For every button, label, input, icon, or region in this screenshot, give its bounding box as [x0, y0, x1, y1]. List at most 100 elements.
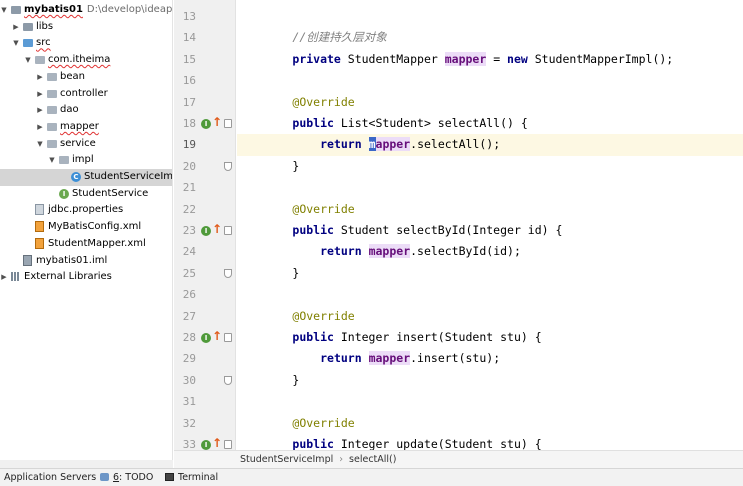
chevron-down-icon[interactable]: ▼	[48, 152, 56, 169]
package-icon	[47, 72, 57, 81]
go-to-super-icon[interactable]: ↑	[212, 222, 222, 236]
tree-item-label: StudentMapper.xml	[48, 237, 146, 249]
tree-item[interactable]: ▶ libs	[0, 19, 172, 36]
project-tree-panel[interactable]: ▼mybatis01D:\develop\ideaproject▶libs▼sr…	[0, 0, 173, 460]
tree-item-label: impl	[72, 154, 94, 166]
implements-method-icon[interactable]: I	[201, 439, 211, 450]
chevron-right-icon[interactable]: ▶	[36, 119, 44, 136]
tree-item[interactable]: ▼ com.itheima	[0, 52, 172, 69]
tree-item[interactable]: ▶ controller	[0, 86, 172, 103]
tree-item[interactable]: mybatis01.iml	[0, 253, 172, 270]
tree-item[interactable]: ▼ mybatis01D:\develop\ideaproject	[0, 2, 172, 19]
tree-item-label: libs	[36, 20, 54, 32]
line-number: 32	[182, 416, 196, 430]
tool-tab-terminal[interactable]: Terminal	[165, 469, 218, 486]
todo-icon	[100, 473, 109, 481]
tree-item-label: controller	[60, 87, 108, 99]
fold-start-icon[interactable]	[224, 440, 232, 449]
fold-end-icon[interactable]	[224, 268, 232, 278]
tree-item[interactable]: I StudentService	[0, 186, 172, 203]
tree-item-label: mapper	[60, 120, 99, 132]
tree-item[interactable]: ▶ mapper	[0, 119, 172, 136]
tree-item[interactable]: MyBatisConfig.xml	[0, 219, 172, 236]
code-line[interactable]: public Integer insert(Student stu) {	[237, 327, 743, 348]
tree-item[interactable]: ▼ src	[0, 35, 172, 52]
breadcrumb-method[interactable]: selectAll()	[349, 454, 396, 465]
tree-item-label: mybatis01D:\develop\ideaproject	[24, 2, 172, 19]
tree-item[interactable]: ▶ bean	[0, 69, 172, 86]
line-number: 23	[182, 224, 196, 237]
tree-item-label: service	[60, 137, 96, 149]
implements-method-icon[interactable]: I	[201, 332, 211, 343]
line-number: 29	[182, 352, 196, 366]
code-line[interactable]: @Override	[237, 306, 743, 327]
code-line[interactable]: public List<Student> selectAll() {	[237, 113, 743, 134]
code-line[interactable]: }	[237, 370, 743, 391]
source-folder-icon	[23, 39, 33, 48]
code-line[interactable]	[237, 391, 743, 412]
fold-start-icon[interactable]	[224, 226, 232, 235]
package-icon	[47, 106, 57, 115]
code-line[interactable]: @Override	[237, 92, 743, 113]
tree-item-label: StudentService	[72, 187, 149, 199]
class-icon: C	[71, 172, 81, 182]
line-number: 17	[182, 95, 196, 109]
project-panel-scrollbar[interactable]	[0, 460, 173, 468]
tree-item[interactable]: StudentMapper.xml	[0, 236, 172, 253]
code-line[interactable]: return mapper.selectById(id);	[237, 241, 743, 262]
code-line[interactable]: //创建持久层对象	[237, 27, 743, 48]
fold-start-icon[interactable]	[224, 119, 232, 128]
code-line[interactable]: public Integer update(Student stu) {	[237, 434, 743, 450]
chevron-down-icon[interactable]: ▼	[24, 52, 32, 69]
tool-tab-todo[interactable]: 6: TODO	[100, 469, 153, 486]
code-line[interactable]: return mapper.insert(stu);	[237, 348, 743, 369]
breadcrumb-class[interactable]: StudentServiceImpl	[240, 454, 333, 465]
chevron-right-icon[interactable]: ▶	[0, 269, 8, 286]
folder-icon	[23, 22, 33, 31]
xml-file-icon	[35, 221, 44, 233]
package-icon	[35, 56, 45, 65]
line-number: 28	[182, 331, 196, 344]
code-line[interactable]: @Override	[237, 199, 743, 220]
tree-item[interactable]: ▼ service	[0, 136, 172, 153]
go-to-super-icon[interactable]: ↑	[212, 115, 222, 129]
code-line[interactable]: }	[237, 263, 743, 284]
chevron-right-icon[interactable]: ▶	[36, 102, 44, 119]
code-line[interactable]: return mapper.selectAll();	[237, 134, 743, 156]
line-number: 16	[182, 74, 196, 88]
fold-end-icon[interactable]	[224, 161, 232, 171]
code-line[interactable]	[237, 70, 743, 91]
code-line[interactable]: }	[237, 156, 743, 177]
implements-method-icon[interactable]: I	[201, 225, 211, 236]
editor-gutter[interactable]: 13 14 15 16 17 18 I ↑ 19 20 21 22 23 I ↑ 24 25 26 27 28 I ↑ 29…	[174, 0, 236, 450]
tree-item[interactable]: ▼ impl	[0, 152, 172, 169]
chevron-down-icon[interactable]: ▼	[0, 2, 8, 19]
code-line[interactable]	[237, 6, 743, 27]
go-to-super-icon[interactable]: ↑	[212, 436, 222, 450]
line-number: 14	[182, 31, 196, 45]
code-line[interactable]	[237, 284, 743, 305]
go-to-super-icon[interactable]: ↑	[212, 329, 222, 343]
breadcrumb: StudentServiceImpl › selectAll()	[174, 450, 743, 468]
chevron-down-icon[interactable]: ▼	[12, 35, 20, 52]
tree-item[interactable]: C StudentServiceImp	[0, 169, 172, 186]
code-line[interactable]: public Student selectById(Integer id) {	[237, 220, 743, 241]
interface-icon: I	[59, 188, 69, 199]
chevron-right-icon[interactable]: ▶	[36, 69, 44, 86]
code-line[interactable]	[237, 177, 743, 198]
line-number: 27	[182, 309, 196, 323]
chevron-right-icon[interactable]: ▶	[36, 86, 44, 103]
chevron-right-icon[interactable]: ▶	[12, 19, 20, 36]
code-line[interactable]: @Override	[237, 413, 743, 434]
code-editor[interactable]: //创建持久层对象 private StudentMapper mapper =…	[237, 0, 743, 450]
fold-start-icon[interactable]	[224, 333, 232, 342]
chevron-down-icon[interactable]: ▼	[36, 136, 44, 153]
tree-item[interactable]: ▶ External Libraries	[0, 269, 172, 286]
fold-end-icon[interactable]	[224, 375, 232, 385]
tool-tab-application-servers[interactable]: Application Servers	[4, 469, 96, 486]
tree-item[interactable]: ▶ dao	[0, 102, 172, 119]
tree-item[interactable]: jdbc.properties	[0, 202, 172, 219]
implements-method-icon[interactable]: I	[201, 118, 211, 129]
line-number: 13	[182, 10, 196, 23]
code-line[interactable]: private StudentMapper mapper = new Stude…	[237, 49, 743, 70]
